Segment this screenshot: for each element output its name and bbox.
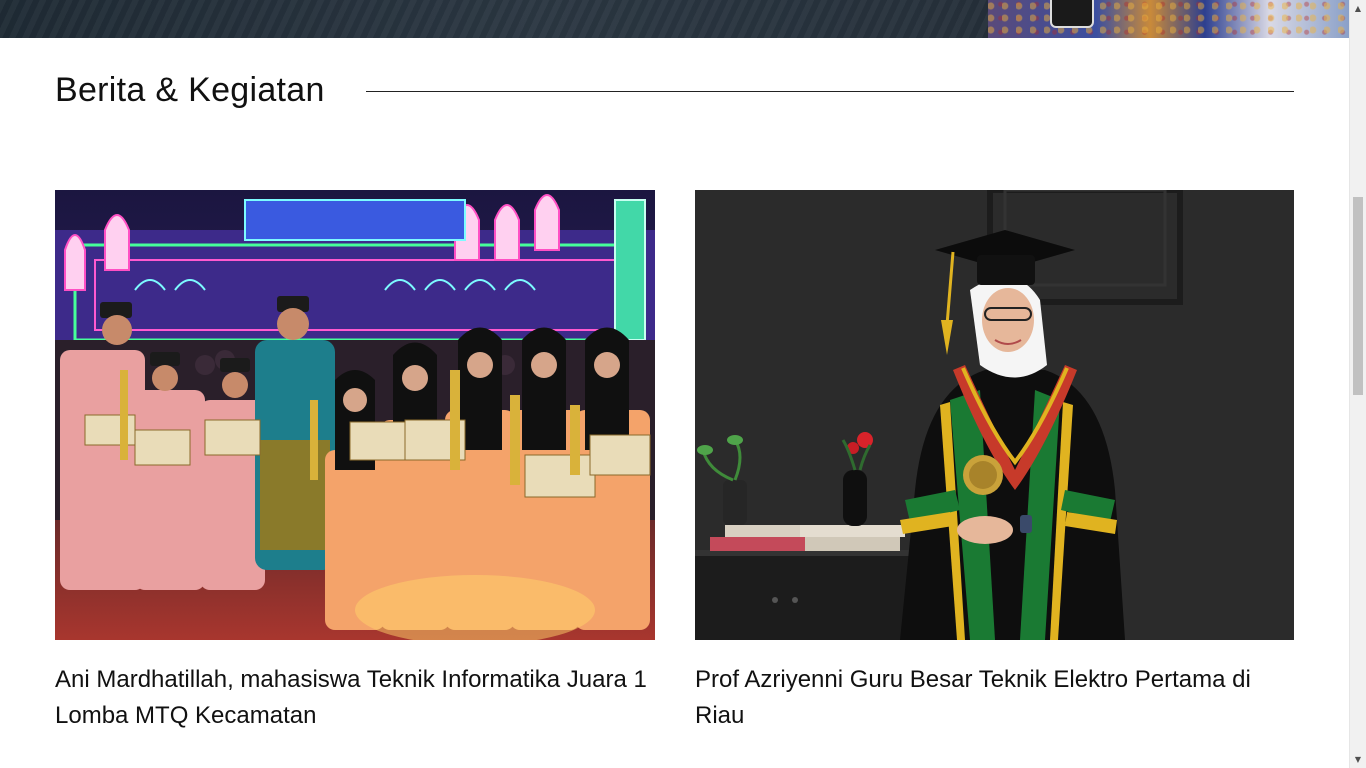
hero-image xyxy=(988,0,1349,38)
news-card[interactable]: Prof Azriyenni Guru Besar Teknik Elektro… xyxy=(695,190,1294,734)
news-card-image[interactable] xyxy=(695,190,1294,640)
scroll-up-arrow-icon[interactable]: ▲ xyxy=(1350,0,1366,17)
hero-banner xyxy=(0,0,1349,38)
scrollbar-thumb[interactable] xyxy=(1353,197,1363,395)
professor-photo-illustration xyxy=(695,190,1294,640)
news-card[interactable]: Ani Mardhatillah, mahasiswa Teknik Infor… xyxy=(55,190,655,734)
news-card-image[interactable] xyxy=(55,190,655,640)
news-card-link[interactable]: Prof Azriyenni Guru Besar Teknik Elektro… xyxy=(695,666,1251,729)
news-card-title[interactable]: Ani Mardhatillah, mahasiswa Teknik Infor… xyxy=(55,662,655,734)
hero-batik-pattern xyxy=(988,0,1349,38)
hero-phone-shape xyxy=(1050,0,1094,28)
vertical-scrollbar[interactable]: ▲ ▼ xyxy=(1349,0,1366,768)
section-divider xyxy=(366,91,1294,92)
news-card-title[interactable]: Prof Azriyenni Guru Besar Teknik Elektro… xyxy=(695,662,1294,734)
scroll-down-arrow-icon[interactable]: ▼ xyxy=(1350,751,1366,768)
section-title: Berita & Kegiatan xyxy=(55,71,325,109)
mtq-photo-illustration xyxy=(55,190,655,640)
news-card-link[interactable]: Ani Mardhatillah, mahasiswa Teknik Infor… xyxy=(55,666,647,729)
page: Berita & Kegiatan Ani Mardhatillah, maha… xyxy=(0,0,1366,768)
